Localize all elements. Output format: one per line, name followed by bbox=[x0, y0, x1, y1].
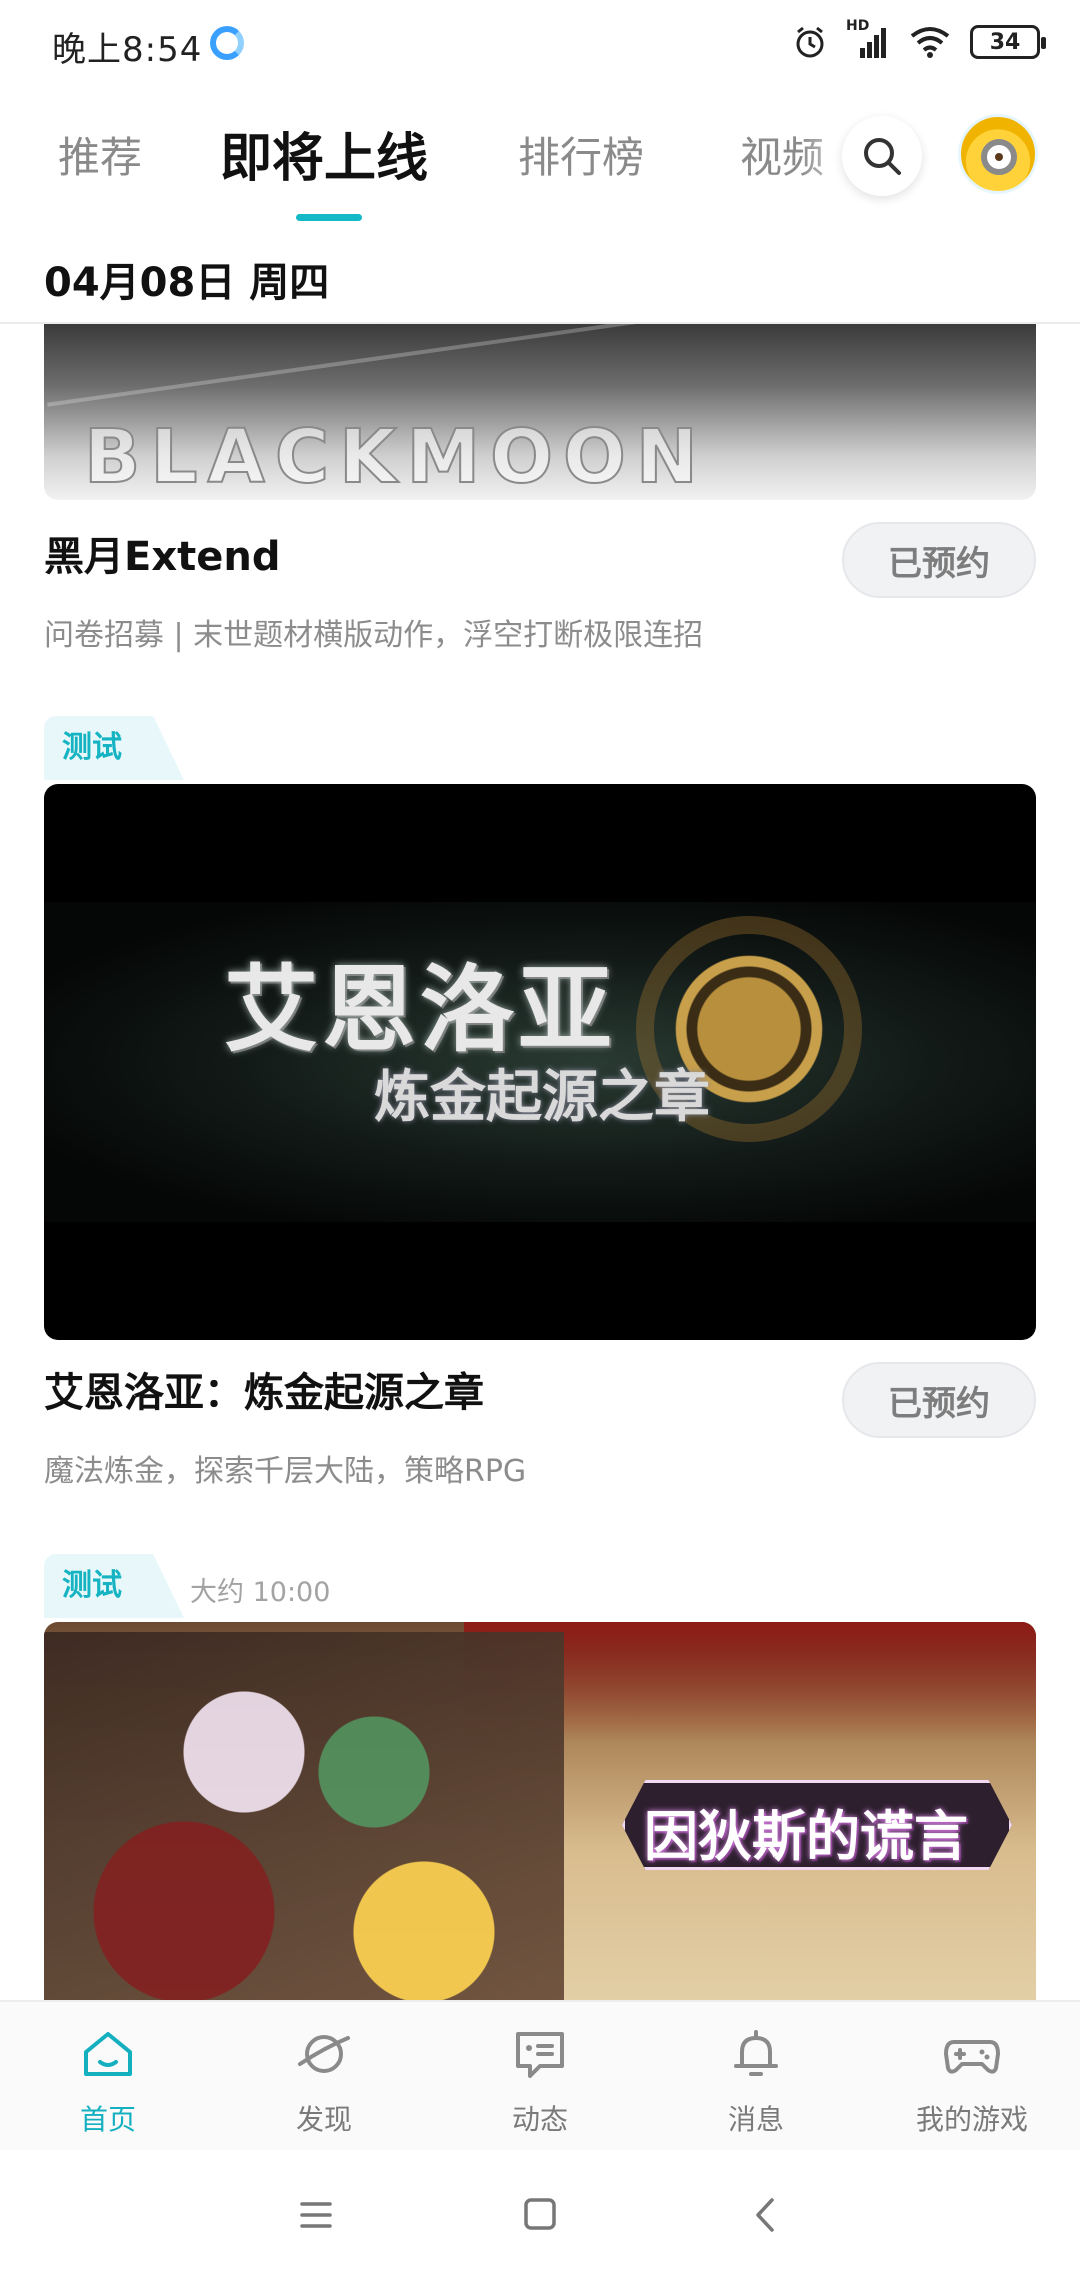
signal-icon bbox=[860, 28, 886, 58]
wifi-icon bbox=[910, 27, 950, 58]
top-tab-bar: 推荐 即将上线 排行榜 视频 bbox=[0, 112, 1080, 222]
game-description: 魔法炼金，探索千层大陆，策略RPG bbox=[44, 1454, 527, 1489]
status-bar: 晚上8:54 HD 34 bbox=[0, 0, 1080, 92]
status-icons: HD 34 bbox=[792, 18, 1046, 62]
banner-logo: 因狄斯的谎言 bbox=[644, 1804, 968, 1868]
nav-home[interactable]: 首页 bbox=[38, 2024, 178, 2144]
test-tag: 测试 bbox=[44, 1554, 184, 1618]
game-description: 问卷招募 | 末世题材横版动作，浮空打断极限连招 bbox=[44, 618, 704, 653]
banner-characters-art bbox=[44, 1632, 564, 2000]
nav-messages-label: 消息 bbox=[727, 2103, 784, 2136]
nav-activity[interactable]: 动态 bbox=[470, 2024, 610, 2144]
menu-icon[interactable] bbox=[286, 2190, 346, 2240]
tab-rankings[interactable]: 排行榜 bbox=[518, 124, 644, 185]
test-tag: 测试 bbox=[44, 716, 184, 780]
status-time: 晚上8:54 bbox=[52, 30, 203, 70]
nav-activity-label: 动态 bbox=[511, 2103, 568, 2136]
upcoming-feed[interactable]: BLACKMOON 黑月Extend 已预约 问卷招募 | 末世题材横版动作，浮… bbox=[0, 324, 1080, 2000]
gamepad-icon bbox=[944, 2040, 1000, 2074]
avatar[interactable] bbox=[958, 114, 1038, 194]
nav-discover[interactable]: 发现 bbox=[254, 2024, 394, 2144]
nav-discover-label: 发现 bbox=[295, 2103, 352, 2136]
avatar-goggle bbox=[981, 139, 1017, 175]
tab-recommended[interactable]: 推荐 bbox=[58, 124, 142, 185]
system-nav-bar bbox=[0, 2150, 1080, 2280]
release-time: 大约 10:00 bbox=[190, 1577, 331, 1608]
battery-indicator: 34 bbox=[970, 25, 1046, 59]
nav-home-label: 首页 bbox=[79, 2103, 136, 2136]
game-banner-yindisi[interactable]: 因狄斯的谎言 bbox=[44, 1622, 1036, 2000]
game-banner-ainluoya[interactable]: 艾恩洛亚 炼金起源之章 bbox=[44, 784, 1036, 1340]
search-icon bbox=[864, 138, 901, 175]
app-screen: 晚上8:54 HD 34 推荐 即将上线 排行榜 视频 04月08日 周四 BL… bbox=[0, 0, 1080, 2280]
chat-icon bbox=[516, 2032, 564, 2078]
bottom-nav: 首页 发现 动态 消息 我的游戏 bbox=[0, 2000, 1080, 2150]
active-tab-indicator bbox=[296, 214, 362, 221]
banner-wordmark: BLACKMOON bbox=[83, 413, 708, 500]
game-title[interactable]: 艾恩洛亚：炼金起源之章 bbox=[44, 1360, 484, 1418]
back-icon[interactable] bbox=[736, 2190, 796, 2240]
app-notification-icon bbox=[210, 26, 244, 60]
reserved-button[interactable]: 已预约 bbox=[842, 1362, 1036, 1438]
bell-icon bbox=[734, 2030, 778, 2076]
banner-subtitle: 炼金起源之章 bbox=[374, 1064, 710, 1130]
nav-messages[interactable]: 消息 bbox=[686, 2024, 826, 2144]
signal-indicator: HD bbox=[846, 18, 890, 60]
banner-title: 艾恩洛亚 bbox=[224, 955, 617, 1065]
planet-icon bbox=[298, 2035, 350, 2073]
search-button[interactable] bbox=[842, 116, 922, 196]
reserved-button[interactable]: 已预约 bbox=[842, 522, 1036, 598]
date-header: 04月08日 周四 bbox=[0, 238, 1080, 324]
alarm-icon bbox=[796, 26, 824, 58]
tab-upcoming[interactable]: 即将上线 bbox=[220, 116, 428, 191]
home-square-icon[interactable] bbox=[510, 2190, 570, 2240]
home-icon bbox=[84, 2032, 132, 2076]
game-banner-blackmoon[interactable]: BLACKMOON bbox=[44, 324, 1036, 500]
nav-my-games-label: 我的游戏 bbox=[915, 2103, 1028, 2136]
game-title[interactable]: 黑月Extend bbox=[44, 524, 280, 582]
nav-my-games[interactable]: 我的游戏 bbox=[902, 2024, 1042, 2144]
date-text: 04月08日 周四 bbox=[44, 260, 330, 306]
banner-streak bbox=[47, 324, 741, 407]
